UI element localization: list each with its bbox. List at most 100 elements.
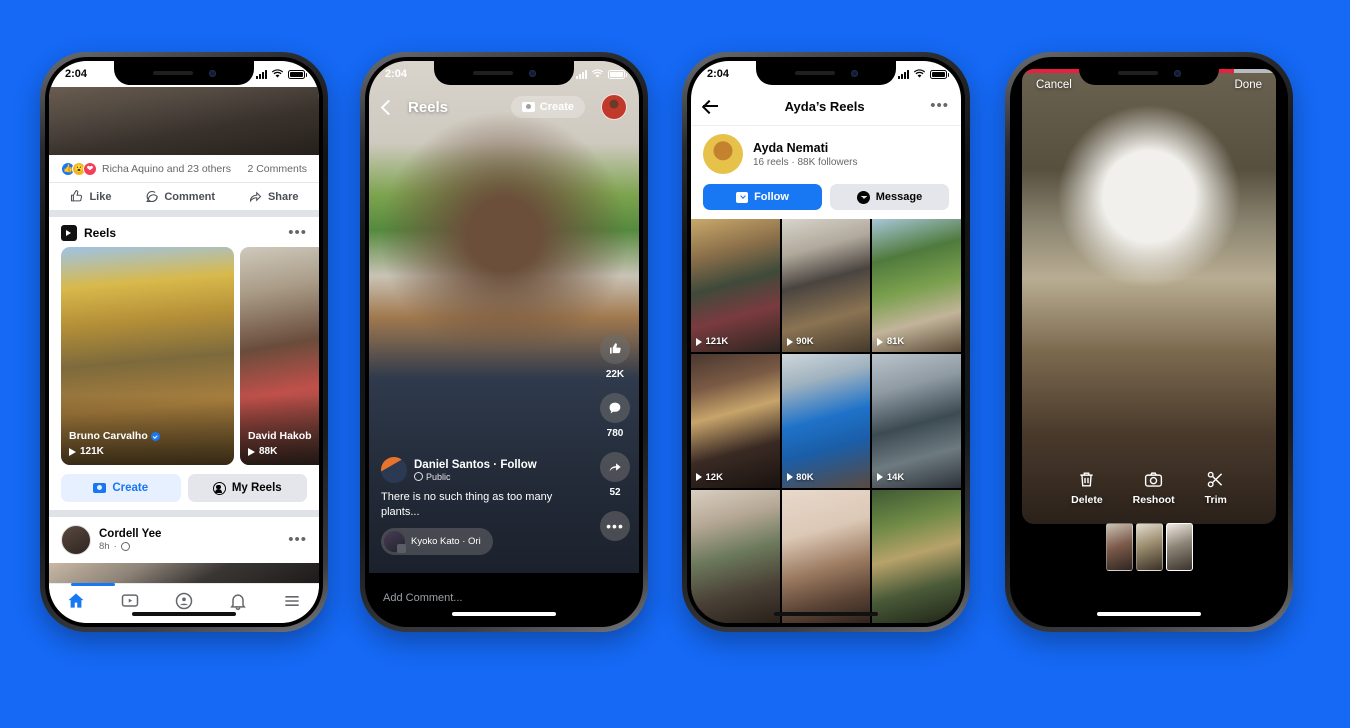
globe-icon [414,472,423,482]
avatar[interactable] [61,525,91,555]
share-button[interactable]: Share [248,189,299,204]
reshoot-label: Reshoot [1132,494,1175,506]
trim-label: Trim [1204,494,1227,506]
cancel-button[interactable]: Cancel [1036,79,1072,91]
tab-menu[interactable] [282,591,302,616]
profile-stats: 16 reels · 88K followers [753,156,858,168]
share-label: Share [267,190,299,203]
love-reaction-icon: ❤ [83,162,97,176]
avatar[interactable] [601,94,627,120]
reel-author-line: Daniel Santos · Follow [414,459,537,471]
reactions-text: Richa Aquino and 23 others [102,163,232,175]
like-button[interactable] [600,334,630,364]
play-icon [248,447,255,456]
profile-text: Ayda Nemati 16 reels · 88K followers [753,141,858,168]
battery-icon [608,69,627,79]
phone-mockup-reel-viewer: 2:04 Reels Create 22K 780 52 ••• Daniel … [360,52,648,632]
clip-thumbnail[interactable] [1135,523,1163,571]
reel-grid-cell[interactable]: 12K [691,354,780,488]
chevron-left-icon[interactable] [380,99,397,115]
like-label: Like [89,190,112,203]
reels-cta-row: Create My Reels [49,465,319,510]
message-button[interactable]: Message [830,184,949,210]
reel-grid-cell[interactable] [872,489,961,623]
cellular-signal-icon [576,69,587,79]
clip-thumbnail[interactable] [1105,523,1133,571]
overflow-dots-icon[interactable]: ••• [288,225,307,240]
screen-feed: 2:04 👍 😮 ❤ Richa Aquino and 23 others 2 … [49,61,319,623]
reel-card[interactable]: Bruno Carvalho 121K [61,247,234,465]
reel-card-plays: 88K [248,446,277,457]
overflow-dots-icon[interactable]: ••• [930,98,949,113]
scissors-icon [1207,471,1223,488]
more-options-button[interactable]: ••• [600,511,630,541]
reshoot-tool[interactable]: Reshoot [1133,469,1175,506]
audio-attribution-pill[interactable]: Kyoko Kato · Ori [381,528,493,555]
reel-grid-cell[interactable]: 14K [872,354,961,488]
privacy-label: Public [426,471,451,482]
section-divider [49,210,319,217]
done-button[interactable]: Done [1235,79,1263,91]
reel-grid-play-count: 81K [886,336,905,348]
feed-post-media[interactable] [49,87,319,155]
battery-icon [288,69,307,79]
share-button[interactable] [600,452,630,482]
my-reels-button[interactable]: My Reels [187,474,307,502]
post-author-name[interactable]: Cordell Yee [99,528,280,540]
profile-identity: Ayda Nemati 16 reels · 88K followers [691,125,961,178]
reels-unit-title: Reels [84,226,117,240]
follow-link[interactable]: Follow [500,459,536,471]
person-circle-icon [212,481,226,495]
reel-author-meta: Daniel Santos · Follow Public [414,459,537,482]
next-post-media[interactable] [49,563,319,583]
progress-divider [1274,69,1276,73]
battery-icon [930,69,949,79]
trim-tool[interactable]: Trim [1205,469,1227,506]
reel-grid-cell[interactable]: 90K [781,219,871,353]
status-indicators [576,69,627,79]
profile-name: Ayda Nemati [753,140,829,155]
comment-button[interactable]: Comment [144,189,215,204]
reel-grid-cell[interactable] [691,489,780,623]
reel-grid-cell[interactable]: 81K [872,219,961,353]
clip-thumbnail[interactable] [1165,523,1193,571]
reel-grid-cell[interactable]: 80K [781,354,871,488]
create-reel-button[interactable]: Create [61,474,181,502]
reel-grid-cell[interactable]: 121K [691,219,780,353]
create-button[interactable]: Create [510,96,585,118]
reel-grid-cell[interactable] [781,489,871,623]
overflow-dots-icon[interactable]: ••• [288,532,307,547]
reactions-summary[interactable]: 👍 😮 ❤ Richa Aquino and 23 others [61,162,231,176]
reel-card[interactable]: David Hakob 88K [240,247,319,465]
reels-grid: 121K 90K 81K 12K 80K 14K [691,219,961,623]
phone-mockup-feed: 2:04 👍 😮 ❤ Richa Aquino and 23 others 2 … [40,52,328,632]
reel-grid-plays: 12K [696,472,723,483]
comment-button[interactable] [600,393,630,423]
arrow-left-icon[interactable] [703,98,719,114]
reel-caption[interactable]: There is no such thing as too many plant… [381,490,577,520]
follow-button[interactable]: Follow [703,184,822,210]
home-indicator [1097,612,1201,616]
tab-home[interactable] [66,591,86,616]
front-camera [528,69,536,77]
share-count: 52 [609,487,621,498]
screen-reel-viewer: 2:04 Reels Create 22K 780 52 ••• Daniel … [369,61,639,623]
avatar[interactable] [381,457,407,484]
avatar[interactable] [703,134,743,174]
like-count: 22K [605,369,625,380]
delete-tool[interactable]: Delete [1071,469,1103,506]
play-icon [877,337,884,346]
like-button[interactable]: Like [69,189,111,204]
reel-grid-play-count: 14K [886,471,905,483]
device-notch [756,61,896,85]
device-notch [1079,61,1219,85]
editor-video-preview[interactable]: Cancel Done Delete Reshoot Trim [1022,69,1276,524]
comments-count[interactable]: 2 Comments [247,163,307,175]
reel-author-name[interactable]: Daniel Santos [414,459,490,471]
clip-thumbnail-strip [1014,523,1284,571]
reel-grid-plays: 121K [696,336,728,347]
earpiece-speaker [152,71,193,75]
reels-carousel[interactable]: Bruno Carvalho 121K David Hakob 88K [49,247,319,465]
delete-label: Delete [1071,494,1103,506]
profile-action-buttons: Follow Message [691,178,961,219]
